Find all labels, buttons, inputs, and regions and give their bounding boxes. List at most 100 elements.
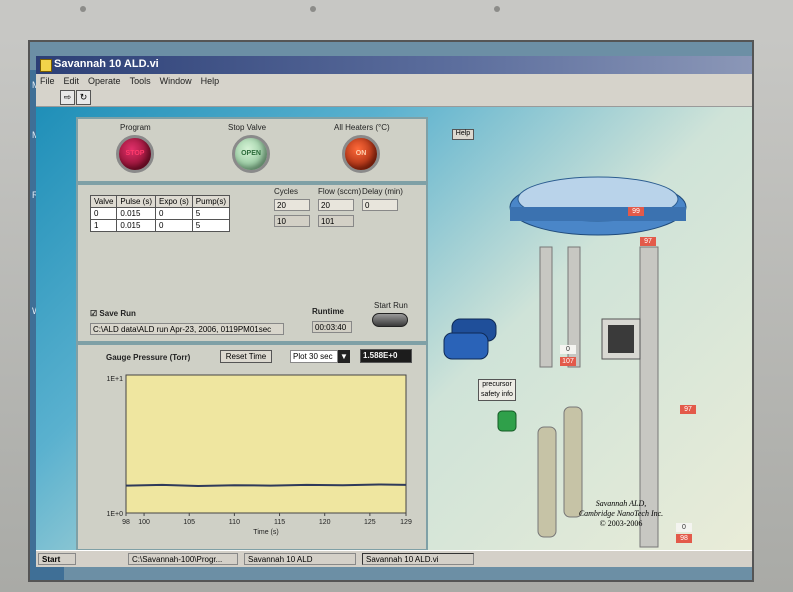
- program-stop-button[interactable]: STOP: [116, 135, 154, 173]
- run-continuous-icon[interactable]: ↻: [76, 90, 91, 105]
- menu-tools[interactable]: Tools: [130, 76, 151, 86]
- cycles-label: Cycles: [274, 187, 299, 196]
- runtime-value: 00:03:40: [312, 321, 352, 333]
- x-tick-label: 100: [138, 519, 150, 526]
- pressure-series-line: [125, 483, 407, 487]
- status-panel: Program STOP Stop Valve OPEN All Heaters…: [76, 117, 428, 183]
- recipe-panel: Valve Pulse (s) Expo (s) Pump(s) 0 0.015…: [76, 183, 428, 343]
- cycles-input[interactable]: 20: [274, 199, 310, 211]
- table-row: 0 0.015 0 5: [89, 207, 231, 220]
- bezel-top: [0, 0, 793, 42]
- hinge-screw: [494, 6, 500, 12]
- screen: My M R Win Savannah 10 ALD.vi FileEditOp…: [28, 40, 754, 582]
- taskbar-item[interactable]: C:\Savannah-100\Progr...: [128, 553, 238, 565]
- hinge-screw: [80, 6, 86, 12]
- run-arrow-icon[interactable]: ⇨: [60, 90, 75, 105]
- x-tick-label: 105: [183, 519, 195, 526]
- y-tick-label: 1E+0: [106, 511, 123, 518]
- table-cell[interactable]: 0: [154, 207, 193, 220]
- cycles-completed: 10: [274, 215, 310, 227]
- flow-label: Flow (sccm): [318, 187, 362, 196]
- menu-window[interactable]: Window: [160, 76, 192, 86]
- temp-readout: 107: [560, 357, 576, 366]
- runtime-label: Runtime: [312, 307, 344, 316]
- col-pulse: Pulse (s): [116, 195, 156, 208]
- gauge-window: [608, 325, 634, 353]
- menu-bar: File Edit Operate Tools Window Help: [36, 74, 752, 88]
- col-pump: Pump(s): [191, 195, 231, 208]
- dropdown-arrow-icon[interactable]: ▼: [338, 350, 350, 363]
- temp-setpoint: 0: [560, 345, 576, 354]
- credit-line-1: Savannah ALD,: [595, 499, 647, 508]
- precursor-cylinder: [537, 426, 557, 538]
- stop-valve-button[interactable]: OPEN: [232, 135, 270, 173]
- save-run-checkbox[interactable]: ☑ Save Run: [90, 309, 136, 318]
- plot-area: [125, 374, 407, 514]
- heaters-toggle[interactable]: ON: [342, 135, 380, 173]
- menu-file[interactable]: File: [40, 76, 55, 86]
- table-cell[interactable]: 0.015: [116, 219, 156, 232]
- temp-readout: 97: [680, 405, 696, 414]
- x-tick-label: 125: [364, 519, 376, 526]
- table-cell[interactable]: 5: [191, 207, 231, 220]
- table-cell[interactable]: 0.015: [116, 207, 156, 220]
- x-axis-label: Time (s): [253, 529, 278, 536]
- vi-icon: [40, 59, 52, 72]
- toolbar: ⇨ ↻: [36, 88, 752, 107]
- labview-window: Savannah 10 ALD.vi File Edit Operate Tools W…: [36, 56, 752, 567]
- reactor-body: [510, 207, 686, 221]
- temp-readout: 99: [628, 207, 644, 216]
- delay-input[interactable]: 0: [362, 199, 398, 211]
- reset-time-button[interactable]: Reset Time: [220, 350, 272, 363]
- pressure-chart: 1E+1 1E+098 100 105 110 115 120 125 129 Time (s): [106, 374, 412, 536]
- start-run-label: Start Run: [374, 301, 408, 310]
- hinge-screw: [310, 6, 316, 12]
- precursor-line: [539, 246, 553, 368]
- window-title: Savannah 10 ALD.vi: [54, 58, 159, 70]
- plot-length-select[interactable]: Plot 30 sec: [290, 350, 338, 363]
- x-tick-label: 98: [122, 519, 130, 526]
- valve-table: Valve Pulse (s) Expo (s) Pump(s) 0 0.015…: [89, 195, 231, 232]
- start-button[interactable]: Start: [38, 553, 76, 565]
- heaters-label: All Heaters (°C): [334, 123, 390, 132]
- taskbar: Start C:\Savannah-100\Progr... Savannah …: [36, 550, 752, 567]
- y-tick-label: 1E+1: [106, 376, 123, 383]
- table-cell[interactable]: 1: [89, 219, 118, 232]
- start-run-switch[interactable]: [372, 313, 408, 327]
- x-tick-label: 110: [229, 519, 240, 526]
- x-tick-label: 129: [400, 519, 412, 526]
- gauge-panel: Gauge Pressure (Torr) Reset Time Plot 30…: [76, 343, 428, 551]
- col-valve: Valve: [89, 195, 118, 208]
- table-cell[interactable]: 5: [191, 219, 231, 232]
- valve-table-header: Valve Pulse (s) Expo (s) Pump(s): [89, 195, 231, 208]
- delay-label: Delay (min): [362, 187, 403, 196]
- col-expo: Expo (s): [154, 195, 193, 208]
- flow-actual: 101: [318, 215, 354, 227]
- pneumatic-valve: [443, 332, 489, 360]
- table-cell[interactable]: 0: [89, 207, 118, 220]
- ald-hardware-schematic: [443, 176, 687, 548]
- manual-valve: [497, 410, 517, 432]
- precursor-safety-button[interactable]: precursor safety info: [478, 379, 516, 401]
- table-row: 1 0.015 0 5: [89, 219, 231, 232]
- program-label: Program: [120, 123, 151, 132]
- gauge-title: Gauge Pressure (Torr): [106, 353, 191, 362]
- save-path-field[interactable]: C:\ALD data\ALD run Apr-23, 2006, 0119PM…: [90, 323, 284, 335]
- x-tick-label: 120: [319, 519, 331, 526]
- save-run-label: Save Run: [99, 309, 136, 318]
- credit-line-3: © 2003-2006: [599, 519, 643, 528]
- table-cell[interactable]: 0: [154, 219, 193, 232]
- temp-readout: 98: [676, 534, 692, 543]
- x-tick-label: 115: [274, 519, 285, 526]
- menu-operate[interactable]: Operate: [88, 76, 121, 86]
- title-bar[interactable]: Savannah 10 ALD.vi: [36, 56, 752, 74]
- credit-line-2: Cambridge NanoTech Inc.: [578, 509, 664, 518]
- laptop-bezel: My M R Win Savannah 10 ALD.vi FileEditOp…: [0, 0, 793, 592]
- taskbar-item-active[interactable]: Savannah 10 ALD.vi: [362, 553, 474, 565]
- checkbox-icon: ☑: [90, 309, 100, 318]
- menu-help[interactable]: Help: [201, 76, 220, 86]
- flow-input[interactable]: 20: [318, 199, 354, 211]
- temp-setpoint: 0: [676, 523, 692, 532]
- taskbar-item[interactable]: Savannah 10 ALD: [244, 553, 356, 565]
- menu-edit[interactable]: Edit: [64, 76, 80, 86]
